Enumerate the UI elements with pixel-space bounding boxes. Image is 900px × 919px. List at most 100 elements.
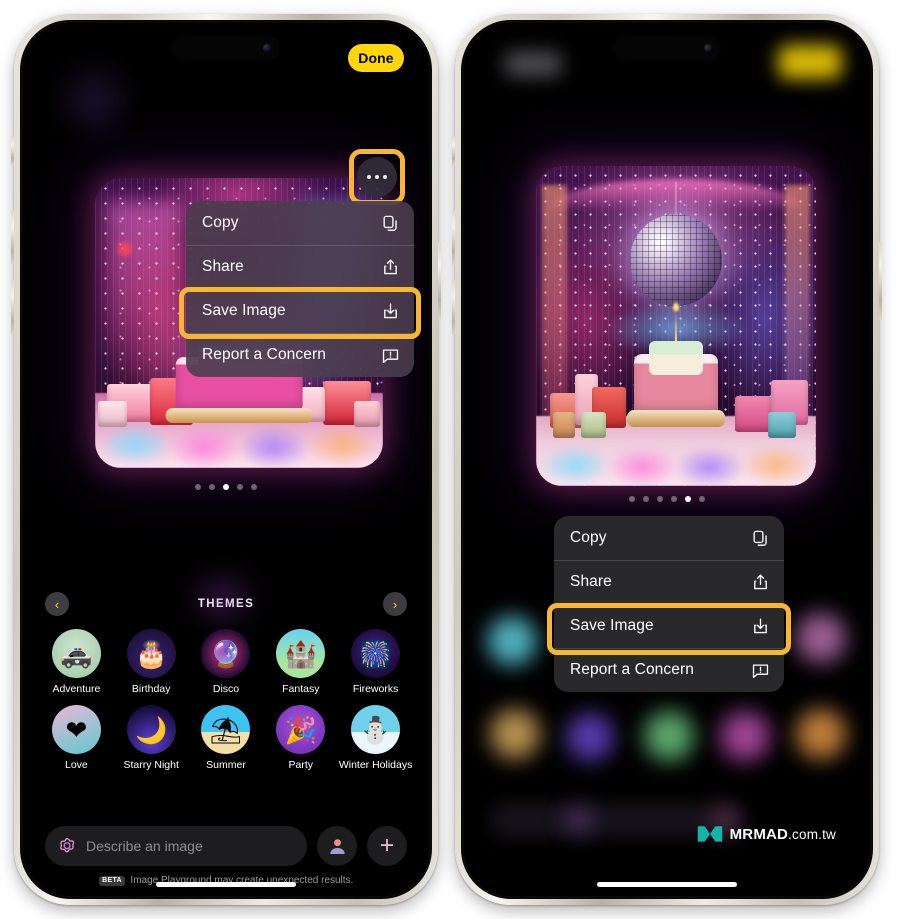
menu-item-share[interactable]: Share (186, 245, 414, 289)
power-button[interactable] (438, 242, 441, 320)
menu-item-label: Share (202, 258, 244, 275)
theme-item-disco[interactable]: 🔮 Disco (189, 629, 264, 695)
menu-item-label: Copy (570, 529, 607, 546)
page-dot[interactable] (671, 496, 677, 502)
blurred-theme-icon (564, 711, 616, 763)
page-dots[interactable] (629, 496, 705, 502)
home-indicator[interactable] (597, 882, 737, 887)
page-dots[interactable] (195, 484, 257, 490)
blurred-theme-icon (718, 709, 772, 763)
person-icon (329, 838, 345, 854)
page-dot-active[interactable] (685, 496, 691, 502)
left-context-menu[interactable]: Copy Share Save Image Report a Concern (186, 201, 414, 377)
scene-floor-glow (536, 444, 816, 486)
themes-next-button[interactable]: › (382, 592, 407, 616)
volume-up-button[interactable] (452, 210, 455, 265)
menu-item-copy[interactable]: Copy (554, 516, 784, 560)
theme-icon: 🏰 (276, 629, 326, 678)
disco-ball (629, 214, 723, 307)
page-dot[interactable] (699, 496, 705, 502)
theme-item-party[interactable]: 🎉 Party (263, 705, 338, 771)
describe-image-placeholder: Describe an image (86, 838, 203, 854)
theme-item-fantasy[interactable]: 🏰 Fantasy (263, 629, 338, 695)
menu-item-save-image[interactable]: Save Image (186, 289, 414, 333)
gift-box (97, 401, 127, 428)
ambient-glow (69, 75, 121, 127)
report-concern-icon (381, 346, 400, 365)
menu-item-share[interactable]: Share (554, 560, 784, 604)
theme-icon: 🌙 (126, 705, 176, 755)
theme-item-love[interactable]: ❤ Love (39, 705, 114, 771)
theme-icon: 🎉 (276, 705, 326, 755)
theme-label: Love (65, 759, 88, 772)
page-dot[interactable] (629, 496, 635, 502)
watermark-suffix: .com.tw (788, 826, 836, 842)
action-button[interactable] (11, 136, 14, 166)
plus-icon: + (379, 832, 394, 860)
themes-grid: 🚓 Adventure 🎂 Birthday 🔮 Disco 🏰 Fantasy (39, 629, 413, 772)
cake-tier-upper (649, 340, 703, 376)
more-options-button[interactable] (357, 157, 397, 197)
menu-item-report-a-concern[interactable]: Report a Concern (186, 333, 414, 377)
page-dot[interactable] (195, 484, 201, 490)
volume-down-button[interactable] (452, 280, 455, 335)
page-dot[interactable] (643, 496, 649, 502)
copy-icon (381, 214, 400, 233)
page-dot[interactable] (237, 484, 243, 490)
theme-item-winter-holidays[interactable]: ⛄ Winter Holidays (338, 705, 413, 771)
done-button-label: Done (358, 50, 394, 66)
menu-item-label: Save Image (570, 617, 654, 634)
done-button[interactable]: Done (348, 44, 404, 72)
theme-label: Party (288, 759, 314, 772)
menu-item-report-a-concern[interactable]: Report a Concern (554, 648, 784, 692)
power-button[interactable] (879, 242, 882, 320)
birthday-cake (627, 301, 725, 435)
dynamic-island (172, 35, 280, 61)
theme-label: Fantasy (282, 683, 320, 695)
action-button[interactable] (452, 136, 455, 166)
theme-icon: ❤ (51, 705, 101, 755)
left-phone-device: Done Copy Share Save Image Report a Conc… (11, 14, 441, 905)
page-dot-active[interactable] (223, 484, 229, 490)
theme-icon: 🚓 (51, 629, 101, 678)
front-camera-icon (704, 44, 712, 52)
theme-label: Starry Night (123, 759, 179, 772)
cake-plate (165, 407, 313, 424)
copy-icon (751, 529, 770, 548)
generated-image-card[interactable] (536, 166, 816, 486)
theme-item-adventure[interactable]: 🚓 Adventure (39, 629, 114, 695)
composer-bar: Describe an image + (45, 826, 407, 866)
add-button[interactable]: + (367, 826, 407, 866)
menu-item-copy[interactable]: Copy (186, 201, 414, 245)
chevron-left-icon: ‹ (54, 596, 60, 612)
theme-item-birthday[interactable]: 🎂 Birthday (114, 629, 189, 695)
page-dot[interactable] (209, 484, 215, 490)
volume-up-button[interactable] (11, 210, 14, 265)
save-image-icon (381, 302, 400, 321)
home-indicator[interactable] (156, 882, 296, 887)
volume-down-button[interactable] (11, 280, 14, 335)
describe-image-input[interactable]: Describe an image (45, 826, 307, 866)
page-dot[interactable] (251, 484, 257, 490)
page-dot[interactable] (657, 496, 663, 502)
menu-item-label: Save Image (202, 302, 286, 319)
save-image-icon (751, 617, 770, 636)
theme-label: Birthday (131, 683, 171, 695)
menu-item-label: Report a Concern (202, 346, 326, 363)
scene-orb-red (118, 241, 133, 256)
blurred-theme-icon (488, 707, 542, 761)
themes-ambient-glow (198, 578, 248, 618)
generated-image (536, 166, 816, 486)
gift-box (354, 401, 381, 428)
image-playground-icon (57, 836, 77, 856)
menu-item-save-image[interactable]: Save Image (554, 604, 784, 648)
theme-icon: 🎂 (126, 629, 176, 678)
person-button[interactable] (317, 826, 357, 866)
theme-item-starry-night[interactable]: 🌙 Starry Night (114, 705, 189, 771)
right-context-menu[interactable]: Copy Share Save Image Report a Concern (554, 516, 784, 692)
theme-item-fireworks[interactable]: 🎆 Fireworks (338, 629, 413, 695)
theme-item-summer[interactable]: ⛱ Summer (189, 705, 264, 771)
right-phone-screen: Copy Share Save Image Report a Concern M… (464, 23, 870, 896)
themes-prev-button[interactable]: ‹ (45, 592, 69, 616)
menu-item-label: Share (570, 573, 612, 590)
